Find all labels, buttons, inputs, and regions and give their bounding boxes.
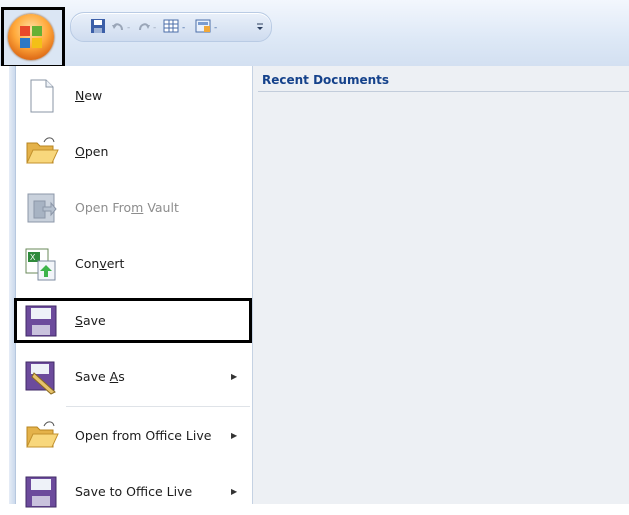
convert-icon: X [25, 248, 56, 281]
menu-separator [66, 406, 250, 407]
svg-text:-: - [182, 23, 185, 33]
recent-documents-divider [258, 91, 629, 92]
save-icon [25, 476, 57, 508]
menu-item-label: New [75, 87, 103, 103]
menu-item-new[interactable]: New [18, 71, 250, 119]
menu-item-label: Open from Office Live [75, 427, 212, 443]
menu-item-convert[interactable]: X Convert [18, 239, 250, 287]
svg-text:-: - [153, 23, 156, 33]
save-as-icon [25, 361, 56, 395]
svg-text:X: X [30, 253, 36, 262]
menu-item-label: Open [75, 143, 109, 159]
save-highlight-box [14, 298, 252, 343]
menu-item-label: Save As [75, 368, 125, 384]
menu-item-open[interactable]: Open [18, 127, 250, 175]
menu-item-save-as[interactable]: Save As ▶ [18, 352, 250, 400]
new-document-icon [30, 79, 54, 113]
menu-item-open-from-office-live[interactable]: Open from Office Live ▶ [18, 411, 250, 459]
folder-icon [26, 421, 59, 448]
table-icon: - [163, 19, 185, 33]
menu-item-open-from-vault[interactable]: Open From Vault [18, 183, 250, 231]
redo-icon: - [139, 23, 156, 33]
customize-icon [257, 23, 263, 30]
qat-customize-button[interactable] [254, 17, 266, 35]
menu-side-strip [9, 66, 16, 504]
save-icon [91, 19, 105, 33]
qat-save-button[interactable] [90, 17, 106, 35]
folder-icon [26, 137, 59, 164]
vault-icon [27, 193, 57, 223]
menu-item-label: Open From Vault [75, 199, 179, 215]
svg-text:-: - [127, 23, 130, 33]
undo-icon: - [112, 23, 130, 33]
document-icon: - [195, 19, 217, 33]
menu-item-label: Save to Office Live [75, 483, 193, 499]
recent-documents-title: Recent Documents [262, 73, 390, 87]
submenu-arrow-icon: ▶ [231, 430, 238, 440]
qat-redo-button[interactable]: - [136, 17, 160, 35]
qat-document-button[interactable]: - [194, 17, 224, 35]
qat-undo-button[interactable]: - [110, 17, 134, 35]
submenu-arrow-icon: ▶ [231, 486, 238, 496]
office-orb-icon [20, 26, 42, 48]
recent-documents-pane [253, 66, 629, 504]
submenu-arrow-icon: ▶ [231, 371, 238, 381]
menu-item-save-to-office-live[interactable]: Save to Office Live ▶ [18, 467, 250, 515]
menu-item-label: Convert [75, 255, 125, 271]
office-button[interactable] [8, 14, 54, 60]
svg-text:-: - [214, 23, 217, 33]
qat-table-button[interactable]: - [162, 17, 192, 35]
